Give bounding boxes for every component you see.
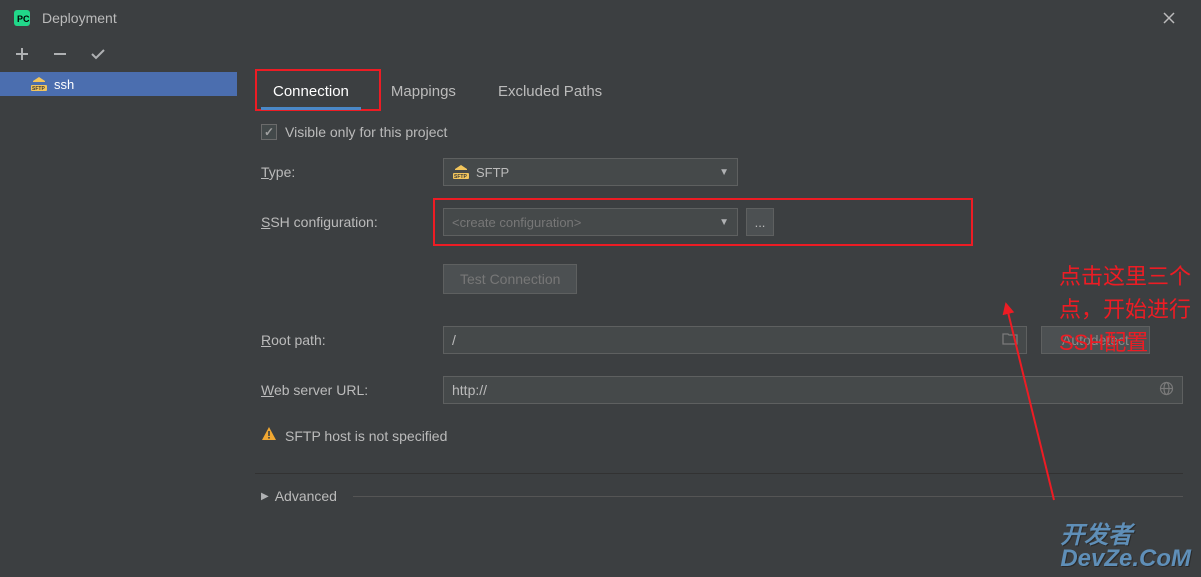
close-button[interactable]	[1149, 3, 1189, 33]
title-bar: PC Deployment	[0, 0, 1201, 36]
form-body: Visible only for this project Type: SFTP…	[255, 110, 1183, 504]
visible-only-checkbox[interactable]	[261, 124, 277, 140]
tab-connection[interactable]: Connection	[261, 75, 361, 108]
globe-icon[interactable]	[1159, 381, 1174, 399]
test-connection-button[interactable]: Test Connection	[443, 264, 577, 294]
window-title: Deployment	[42, 10, 117, 26]
toolbar	[0, 36, 1201, 72]
root-path-input[interactable]: /	[443, 326, 1027, 354]
type-row: Type: SFTP SFTP ▼	[261, 158, 1183, 186]
ssh-config-select[interactable]: <create configuration> ▼	[443, 208, 738, 236]
watermark: 开发者 DevZe.CoM	[1060, 525, 1191, 571]
root-path-row: Root path: / Autodetect	[261, 326, 1183, 354]
web-url-label: Web server URL:	[261, 382, 443, 398]
chevron-down-icon: ▼	[719, 167, 729, 178]
root-path-label: Root path:	[261, 332, 443, 348]
svg-text:PC: PC	[17, 14, 30, 24]
web-url-input[interactable]: http://	[443, 376, 1183, 404]
ssh-config-row: SSH configuration: <create configuration…	[261, 208, 1183, 236]
main-area: SFTP ssh Connection Mappings Excluded Pa…	[0, 72, 1201, 577]
type-label: Type:	[261, 164, 443, 180]
folder-icon[interactable]	[1002, 332, 1018, 348]
type-value: SFTP	[476, 165, 509, 180]
sidebar-item-label: ssh	[54, 77, 74, 92]
tab-excluded-paths[interactable]: Excluded Paths	[486, 75, 614, 108]
pycharm-icon: PC	[12, 8, 32, 28]
svg-text:SFTP: SFTP	[454, 174, 467, 180]
svg-text:SFTP: SFTP	[32, 86, 45, 92]
test-connection-row: Test Connection	[261, 264, 1183, 294]
add-button[interactable]	[12, 44, 32, 64]
content: Connection Mappings Excluded Paths Visib…	[237, 72, 1201, 577]
web-url-row: Web server URL: http://	[261, 376, 1183, 404]
warning-text: SFTP host is not specified	[285, 428, 447, 444]
advanced-toggle[interactable]: ▶ Advanced	[255, 473, 1183, 504]
type-select[interactable]: SFTP SFTP ▼	[443, 158, 738, 186]
sidebar: SFTP ssh	[0, 72, 237, 577]
sftp-icon: SFTP	[30, 76, 48, 92]
remove-button[interactable]	[50, 44, 70, 64]
warning-icon	[261, 426, 277, 445]
chevron-down-icon: ▼	[719, 217, 729, 228]
annotation-text: 点击这里三个点，开始进行 SSH配置	[1059, 260, 1201, 359]
tab-mappings[interactable]: Mappings	[379, 75, 468, 108]
tabs: Connection Mappings Excluded Paths	[255, 72, 1183, 110]
web-url-value: http://	[452, 382, 487, 398]
warning-row: SFTP host is not specified	[261, 426, 1183, 445]
visible-only-row: Visible only for this project	[261, 124, 1183, 140]
ssh-config-more-button[interactable]: ...	[746, 208, 774, 236]
chevron-right-icon: ▶	[261, 491, 269, 502]
sftp-icon: SFTP	[452, 164, 470, 180]
close-icon	[1163, 12, 1175, 24]
root-path-value: /	[452, 332, 456, 348]
ssh-config-placeholder: <create configuration>	[452, 215, 581, 230]
sidebar-item-ssh[interactable]: SFTP ssh	[0, 72, 237, 96]
default-button[interactable]	[88, 44, 108, 64]
ssh-config-label: SSH configuration:	[261, 214, 443, 230]
advanced-label: Advanced	[275, 488, 337, 504]
visible-only-label: Visible only for this project	[285, 124, 447, 140]
